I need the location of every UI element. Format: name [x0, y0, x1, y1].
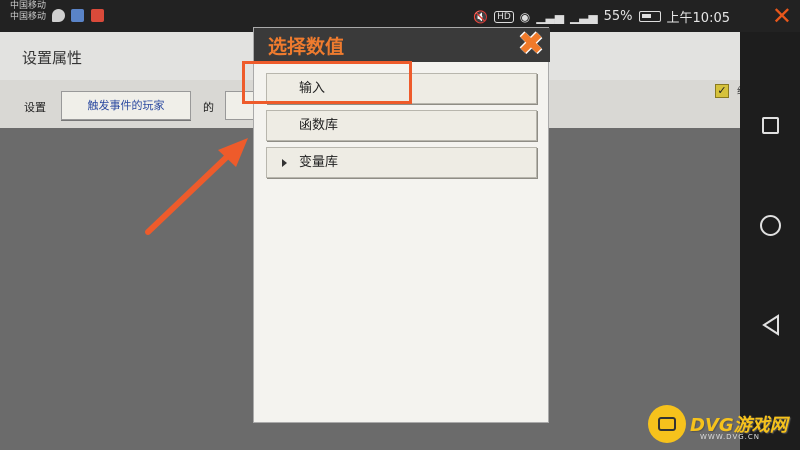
set-label: 设置 — [24, 101, 46, 114]
option-function-library[interactable]: 函数库 — [266, 110, 537, 141]
message-icon — [52, 9, 65, 22]
watermark: DVG游戏网 WWW.DVG.CN — [648, 405, 798, 445]
clock: 上午10:05 — [666, 11, 730, 26]
option-label: 变量库 — [299, 155, 339, 170]
gamepad-shape — [658, 417, 676, 431]
option-variable-library[interactable]: 变量库 — [266, 147, 537, 178]
back-icon[interactable] — [761, 314, 781, 336]
android-nav-bar — [740, 32, 800, 450]
chart-app-icon — [71, 9, 84, 22]
of-label: 的 — [203, 101, 214, 114]
dialog-header: 选择数值 ✖ — [254, 27, 550, 62]
eye-icon: ◉ — [519, 9, 531, 24]
battery-icon — [638, 11, 661, 22]
carrier-text: 中国移动 中国移动 — [10, 1, 46, 23]
expand-arrow-icon — [282, 159, 287, 167]
hd-icon: HD — [494, 10, 514, 23]
close-icon[interactable]: ✕ — [772, 4, 792, 28]
component-toggle-checkbox[interactable]: ✓ — [715, 84, 729, 98]
carrier-top: 中国移动 — [10, 1, 47, 11]
signal-icon-2: ▁▃▅ — [569, 9, 598, 24]
battery-percent: 55% — [603, 9, 633, 24]
gamepad-logo-icon — [648, 405, 686, 443]
app-notification-icon — [91, 9, 104, 22]
carrier-bottom: 中国移动 — [10, 12, 47, 22]
signal-icon: ▁▃▅ — [536, 9, 564, 24]
home-icon[interactable] — [760, 215, 781, 236]
status-indicators: 🔇 HD ◉ ▁▃▅ ▁▃▅ 55% 上午10:05 — [473, 7, 730, 26]
highlight-box — [242, 61, 412, 104]
recent-apps-icon[interactable] — [762, 117, 779, 134]
watermark-url: WWW.DVG.CN — [700, 433, 761, 441]
dialog-title: 选择数值 — [268, 36, 345, 58]
dialog-close-icon[interactable]: ✖ — [518, 27, 544, 61]
page-title: 设置属性 — [22, 49, 83, 67]
mute-icon: 🔇 — [473, 9, 489, 24]
event-player-button[interactable]: 触发事件的玩家 — [61, 91, 191, 120]
option-label: 函数库 — [299, 118, 339, 133]
